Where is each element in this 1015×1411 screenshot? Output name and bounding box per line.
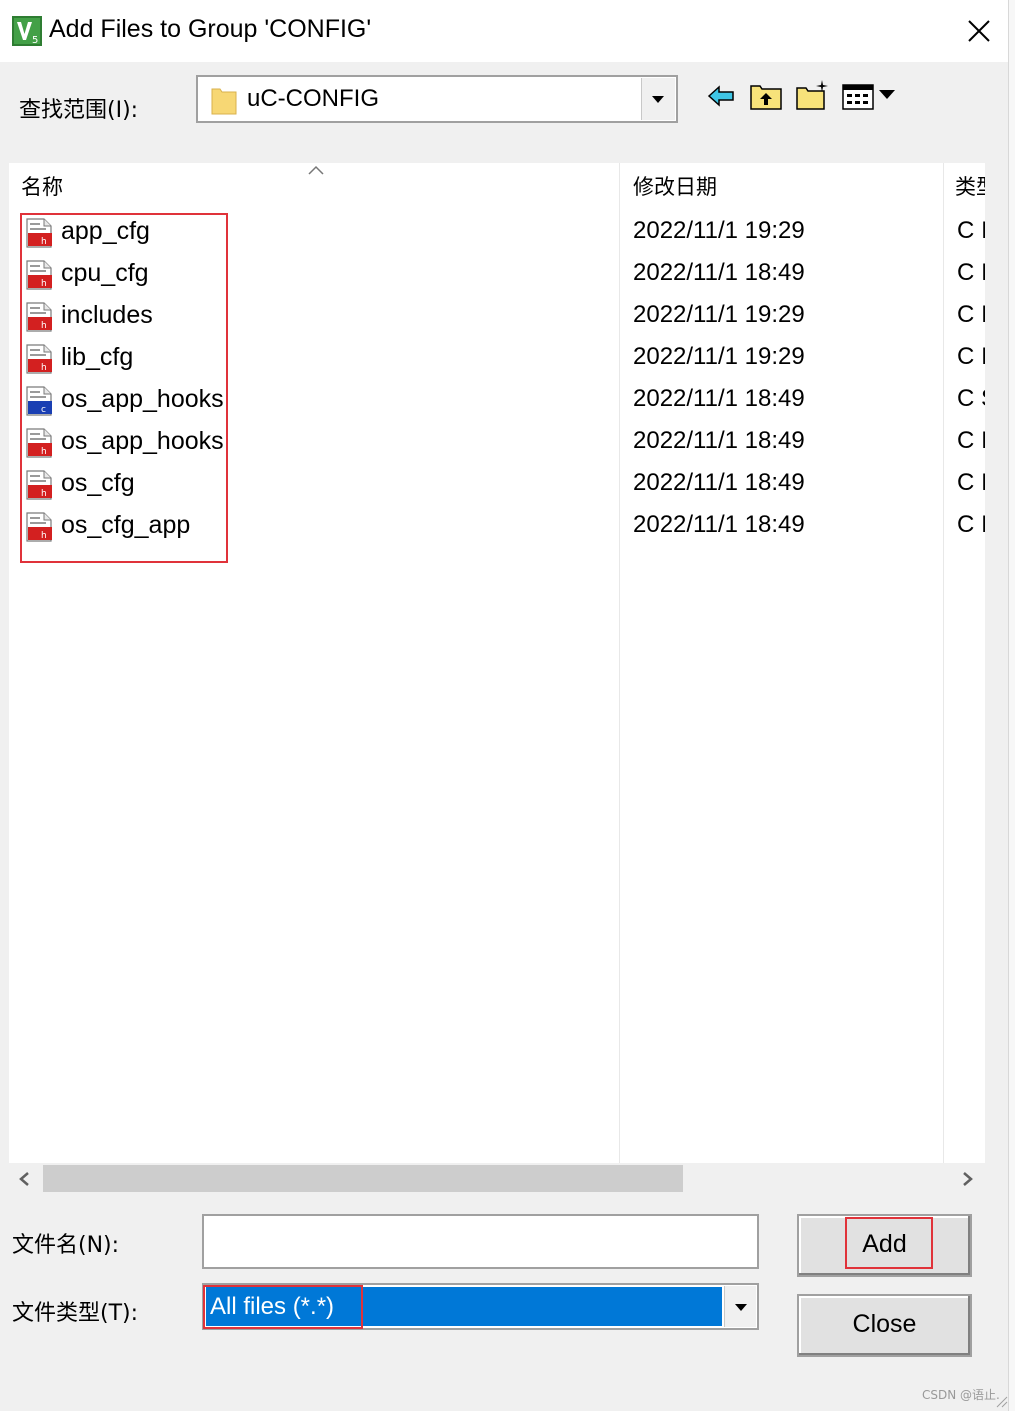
close-button[interactable]: Close (797, 1294, 972, 1357)
file-type: C S (957, 385, 985, 412)
close-button-label: Close (852, 1310, 917, 1338)
folder-icon (211, 88, 237, 115)
scroll-thumb[interactable] (43, 1165, 683, 1192)
new-folder-icon[interactable] (796, 78, 830, 110)
file-name-label: 文件名(N): (12, 1233, 120, 1258)
window-title: Add Files to Group 'CONFIG' (49, 15, 372, 43)
file-modified-date: 2022/11/1 18:49 (633, 511, 805, 538)
file-modified-date: 2022/11/1 18:49 (633, 469, 805, 496)
file-type: C I (957, 469, 985, 496)
close-icon[interactable] (958, 10, 1000, 52)
file-type: C I (957, 427, 985, 454)
look-in-dropdown[interactable]: uC-CONFIG (196, 75, 678, 123)
svg-text:5: 5 (32, 35, 38, 46)
file-type: C I (957, 259, 985, 286)
file-type: C I (957, 343, 985, 370)
watermark: CSDN @语止. (922, 1388, 1000, 1402)
file-modified-date: 2022/11/1 18:49 (633, 427, 805, 454)
file-type: C I (957, 511, 985, 538)
column-header-type[interactable]: 类型 (955, 171, 985, 201)
look-in-value: uC-CONFIG (247, 85, 379, 112)
horizontal-scrollbar[interactable] (9, 1163, 985, 1194)
highlight-box-add (845, 1217, 933, 1269)
scroll-left-icon[interactable] (17, 1171, 31, 1187)
highlight-box-file-names (20, 213, 228, 563)
file-name-input[interactable] (202, 1214, 759, 1269)
file-type: C I (957, 217, 985, 244)
keil-app-icon: 5 (12, 16, 42, 46)
file-modified-date: 2022/11/1 19:29 (633, 343, 805, 370)
file-type-dropdown-arrow[interactable] (724, 1286, 756, 1327)
add-files-dialog: 5 Add Files to Group 'CONFIG' 查找范围(I): u… (0, 0, 1015, 1411)
file-modified-date: 2022/11/1 18:49 (633, 259, 805, 286)
highlight-box-file-type (203, 1285, 363, 1329)
file-type: C I (957, 301, 985, 328)
look-in-label: 查找范围(I): (19, 98, 139, 123)
look-in-dropdown-arrow[interactable] (641, 78, 675, 120)
file-type-label: 文件类型(T): (12, 1301, 139, 1326)
scroll-right-icon[interactable] (961, 1171, 975, 1187)
back-arrow-icon[interactable] (706, 84, 736, 108)
up-folder-icon[interactable] (750, 80, 782, 110)
column-header-modified[interactable]: 修改日期 (633, 171, 717, 201)
file-modified-date: 2022/11/1 19:29 (633, 301, 805, 328)
sort-ascending-icon (308, 165, 324, 175)
view-menu-icon[interactable] (842, 82, 898, 110)
title-bar: 5 Add Files to Group 'CONFIG' (0, 0, 1015, 62)
file-modified-date: 2022/11/1 18:49 (633, 385, 805, 412)
window-edge (1008, 0, 1015, 1411)
file-modified-date: 2022/11/1 19:29 (633, 217, 805, 244)
column-header-name[interactable]: 名称 (21, 171, 63, 201)
file-list[interactable]: 名称 修改日期 类型 happ_cfg2022/11/1 19:29C Ihcp… (9, 163, 985, 1163)
